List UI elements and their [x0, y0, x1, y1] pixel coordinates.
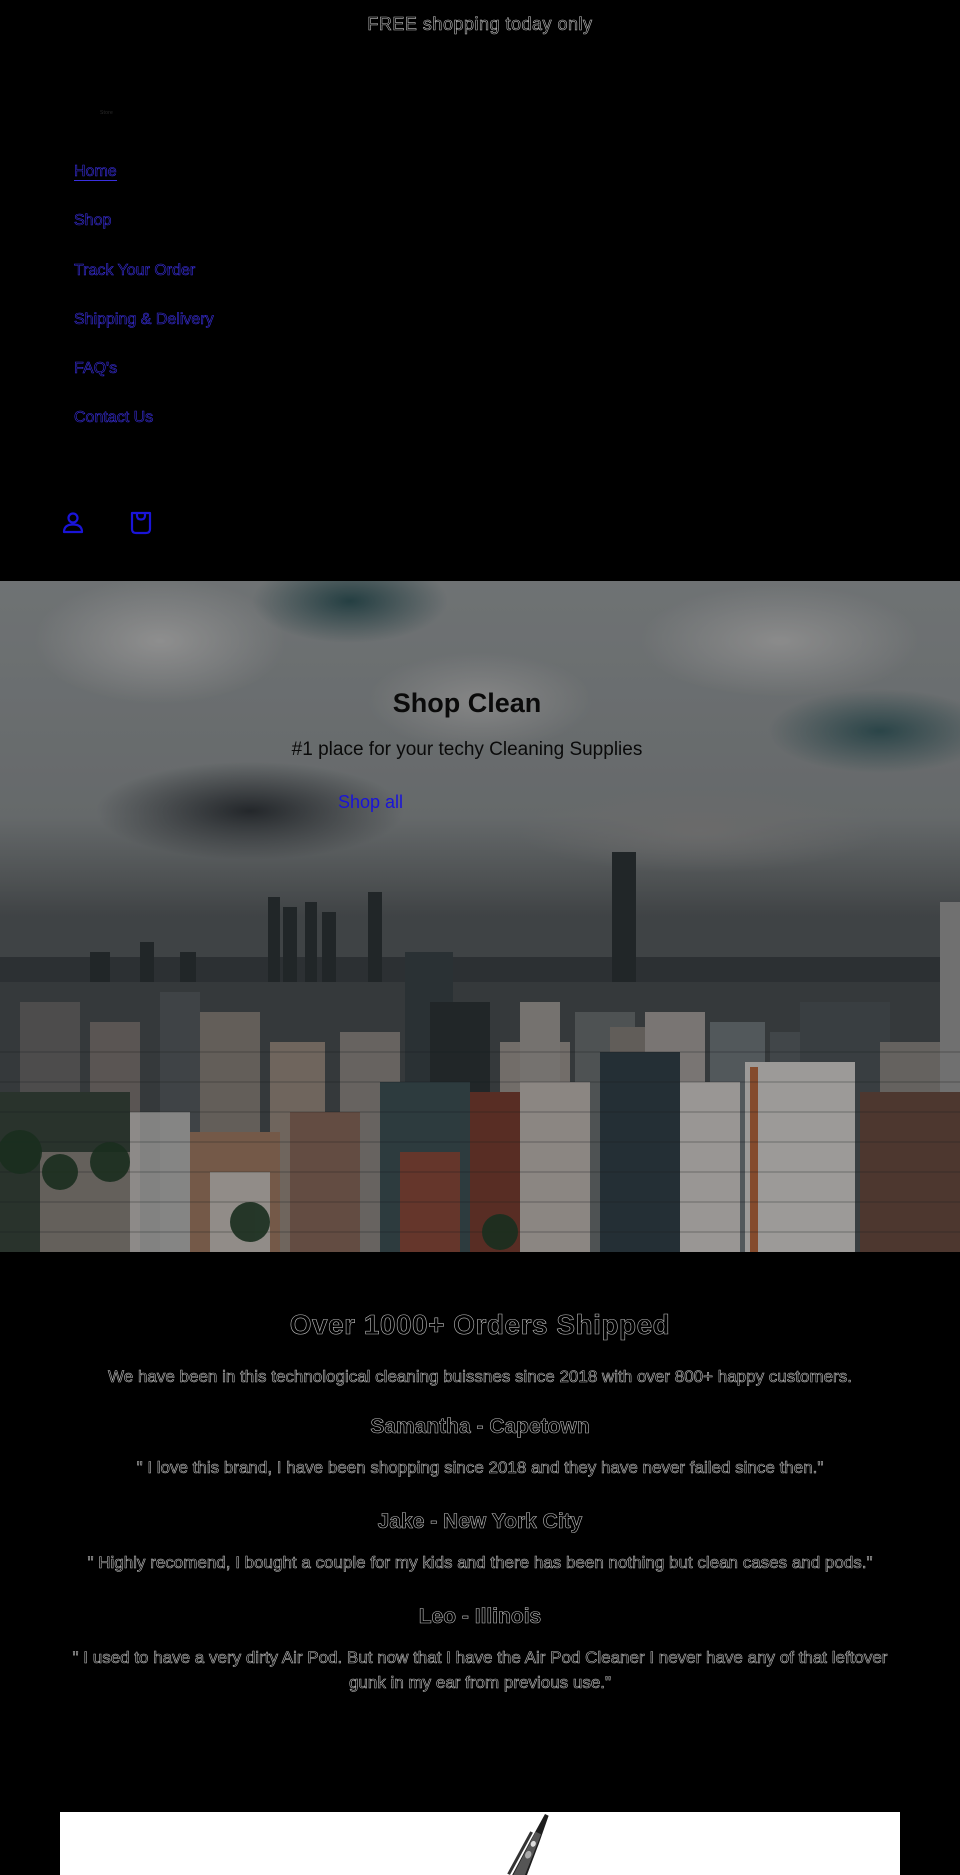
- account-button[interactable]: [58, 508, 88, 538]
- nav-link-faqs[interactable]: FAQ's: [74, 357, 118, 378]
- shop-all-button[interactable]: Shop all: [338, 792, 403, 813]
- main-nav: Home Shop Track Your Order Shipping & De…: [74, 160, 214, 456]
- header-icons: [58, 508, 156, 538]
- testimonial-item: Jake - New York City " Highly recomend, …: [0, 1508, 960, 1575]
- announcement-text: FREE shopping today only: [367, 13, 593, 34]
- testimonial-quote: " I used to have a very dirty Air Pod. B…: [72, 1648, 888, 1693]
- nav-link-contact[interactable]: Contact Us: [74, 406, 154, 427]
- hero-skyline-image: [0, 852, 960, 1252]
- account-icon: [62, 512, 84, 534]
- nav-item-home: Home: [74, 160, 214, 209]
- nav-item-faqs: FAQ's: [74, 357, 214, 406]
- store-logo[interactable]: Store: [100, 110, 113, 116]
- product-image: [60, 1812, 900, 1875]
- nav-item-shipping: Shipping & Delivery: [74, 308, 214, 357]
- nav-link-track-order[interactable]: Track Your Order: [74, 259, 196, 280]
- nav-link-home[interactable]: Home: [74, 160, 117, 181]
- testimonials-intro: We have been in this technological clean…: [108, 1367, 853, 1387]
- testimonial-item: Samantha - Capetown " I love this brand,…: [0, 1413, 960, 1480]
- testimonial-name: Samantha - Capetown: [370, 1415, 590, 1439]
- testimonials-section: Over 1000+ Orders Shipped We have been i…: [0, 1300, 960, 1695]
- nav-item-contact: Contact Us: [74, 406, 214, 455]
- nav-link-shop[interactable]: Shop: [74, 209, 112, 230]
- hero-title: Shop Clean: [392, 688, 542, 718]
- nav-item-shop: Shop: [74, 209, 214, 258]
- hero-banner: Shop Clean #1 place for your techy Clean…: [0, 581, 960, 1252]
- testimonial-name: Leo - Illinois: [418, 1605, 542, 1629]
- nav-item-track-order: Track Your Order: [74, 259, 214, 308]
- cart-button[interactable]: [126, 508, 156, 538]
- hero-subtitle: #1 place for your techy Cleaning Supplie…: [291, 739, 643, 760]
- cart-icon: [130, 511, 152, 535]
- testimonial-quote: " I love this brand, I have been shoppin…: [136, 1458, 824, 1478]
- cleaning-pen-icon: [507, 1814, 549, 1875]
- testimonial-name: Jake - New York City: [377, 1510, 583, 1534]
- testimonials-heading: Over 1000+ Orders Shipped: [289, 1309, 671, 1341]
- announcement-bar: FREE shopping today only: [0, 0, 960, 48]
- testimonial-quote: " Highly recomend, I bought a couple for…: [87, 1553, 873, 1573]
- testimonial-item: Leo - Illinois " I used to have a very d…: [0, 1603, 960, 1695]
- nav-link-shipping[interactable]: Shipping & Delivery: [74, 308, 214, 329]
